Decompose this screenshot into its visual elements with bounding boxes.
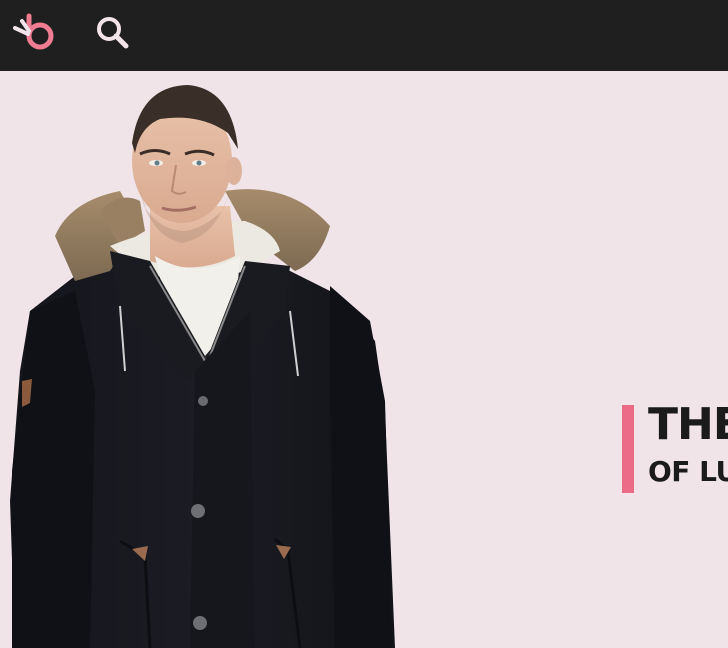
- brand-logo-svg: [13, 13, 54, 50]
- hero-banner: THE OF LU: [0, 71, 728, 648]
- hero-subheadline: OF LU: [648, 455, 728, 488]
- brand-logo-icon[interactable]: [12, 12, 58, 52]
- hero-headline-block: THE OF LU: [622, 399, 728, 493]
- headline-accent-bar: [622, 405, 634, 493]
- top-navbar: [0, 0, 728, 71]
- search-icon: [97, 17, 129, 49]
- search-button[interactable]: [95, 15, 131, 51]
- model-photo: [10, 85, 395, 648]
- hero-headline: THE: [648, 399, 728, 450]
